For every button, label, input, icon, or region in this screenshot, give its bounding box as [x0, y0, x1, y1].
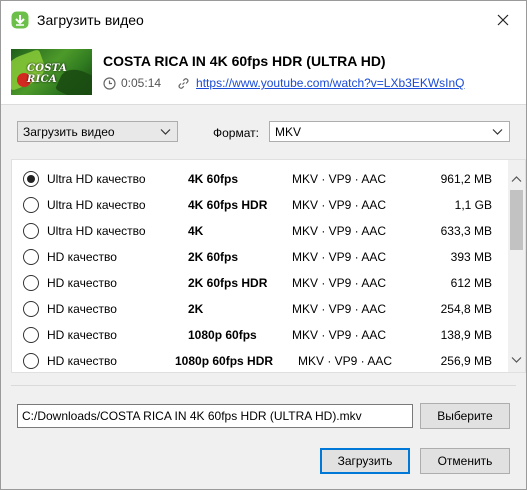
format-select-value: MKV — [275, 124, 302, 139]
format-radio[interactable] — [23, 197, 39, 213]
format-codec: MKV · VP9 · AAC — [292, 328, 387, 342]
title-bar: Загрузить видео — [1, 1, 526, 39]
format-size: 393 MB — [450, 250, 492, 264]
close-icon — [497, 14, 509, 26]
format-row[interactable]: HD качество 1080p 60fps HDR MKV · VP9 · … — [12, 348, 508, 372]
chevron-down-icon — [492, 129, 503, 135]
format-size: 256,9 MB — [440, 354, 492, 368]
format-radio[interactable] — [23, 171, 39, 187]
format-quality: HD качество — [47, 302, 117, 316]
action-select-value: Загрузить видео — [23, 124, 115, 139]
format-resolution: 2K 60fps — [188, 250, 239, 264]
format-codec: MKV · VP9 · AAC — [292, 224, 387, 238]
format-quality: Ultra HD качество — [47, 172, 146, 186]
download-button[interactable]: Загрузить — [320, 448, 410, 474]
format-resolution: 4K 60fps HDR — [188, 198, 268, 212]
format-resolution: 1080p 60fps — [188, 328, 257, 342]
format-size: 633,3 MB — [440, 224, 492, 238]
thumbnail-text: COSTA RICA — [27, 63, 68, 85]
scrollbar-thumb[interactable] — [510, 190, 523, 250]
app-download-icon — [11, 11, 29, 29]
format-resolution: 2K — [188, 302, 204, 316]
format-radio[interactable] — [23, 301, 39, 317]
download-dialog: Загрузить видео COSTA RICA COSTA RICA IN… — [0, 0, 527, 490]
format-codec: MKV · VP9 · AAC — [292, 276, 387, 290]
format-row[interactable]: HD качество 2K MKV · VP9 · AAC 254,8 MB — [12, 296, 508, 322]
format-resolution: 2K 60fps HDR — [188, 276, 268, 290]
scroll-down-icon[interactable] — [511, 354, 522, 365]
format-quality: HD качество — [47, 250, 117, 264]
link-icon — [178, 77, 189, 89]
video-meta: 0:05:14 https://www.youtube.com/watch?v=… — [103, 76, 465, 90]
action-select[interactable]: Загрузить видео — [17, 121, 178, 142]
format-list: Ultra HD качество 4K 60fps MKV · VP9 · A… — [11, 159, 526, 373]
format-list-scrollbar[interactable] — [508, 160, 525, 372]
format-codec: MKV · VP9 · AAC — [292, 198, 387, 212]
divider — [11, 385, 516, 386]
save-path-input[interactable]: C:/Downloads/COSTA RICA IN 4K 60fps HDR … — [17, 404, 413, 428]
clock-icon — [103, 76, 116, 90]
format-resolution: 4K 60fps — [188, 172, 239, 186]
format-row[interactable]: Ultra HD качество 4K MKV · VP9 · AAC 633… — [12, 218, 508, 244]
format-row[interactable]: HD качество 1080p 60fps MKV · VP9 · AAC … — [12, 322, 508, 348]
format-quality: HD качество — [47, 354, 117, 368]
format-codec: MKV · VP9 · AAC — [292, 250, 387, 264]
format-row[interactable]: Ultra HD качество 4K 60fps MKV · VP9 · A… — [12, 166, 508, 192]
format-radio[interactable] — [23, 223, 39, 239]
format-size: 961,2 MB — [440, 172, 492, 186]
format-radio[interactable] — [23, 275, 39, 291]
video-duration: 0:05:14 — [121, 76, 162, 90]
cancel-button[interactable]: Отменить — [420, 448, 510, 474]
format-codec: MKV · VP9 · AAC — [298, 354, 393, 368]
scroll-up-icon[interactable] — [511, 174, 522, 185]
format-codec: MKV · VP9 · AAC — [292, 172, 387, 186]
format-resolution: 1080p 60fps HDR — [175, 354, 274, 368]
chevron-down-icon — [160, 129, 171, 135]
format-codec: MKV · VP9 · AAC — [292, 302, 387, 316]
format-size: 254,8 MB — [440, 302, 492, 316]
format-size: 612 MB — [450, 276, 492, 290]
close-button[interactable] — [490, 7, 516, 33]
window-title: Загрузить видео — [37, 12, 144, 28]
video-url-link[interactable]: https://www.youtube.com/watch?v=LXb3EKWs… — [196, 76, 464, 90]
video-header: COSTA RICA COSTA RICA IN 4K 60fps HDR (U… — [1, 39, 526, 105]
video-title: COSTA RICA IN 4K 60fps HDR (ULTRA HD) — [103, 53, 386, 69]
format-quality: Ultra HD качество — [47, 198, 146, 212]
format-quality: Ultra HD качество — [47, 224, 146, 238]
format-radio[interactable] — [23, 249, 39, 265]
format-quality: HD качество — [47, 328, 117, 342]
format-resolution: 4K — [188, 224, 204, 238]
format-row[interactable]: HD качество 2K 60fps HDR MKV · VP9 · AAC… — [12, 270, 508, 296]
video-thumbnail: COSTA RICA — [11, 49, 92, 95]
format-size: 1,1 GB — [454, 198, 492, 212]
format-quality: HD качество — [47, 276, 117, 290]
format-row[interactable]: HD качество 2K 60fps MKV · VP9 · AAC 393… — [12, 244, 508, 270]
format-label: Формат: — [213, 126, 259, 140]
format-row[interactable]: Ultra HD качество 4K 60fps HDR MKV · VP9… — [12, 192, 508, 218]
format-radio[interactable] — [23, 327, 39, 343]
format-select[interactable]: MKV — [269, 121, 510, 142]
format-radio[interactable] — [23, 353, 39, 369]
browse-button[interactable]: Выберите — [420, 403, 510, 429]
format-size: 138,9 MB — [440, 328, 492, 342]
